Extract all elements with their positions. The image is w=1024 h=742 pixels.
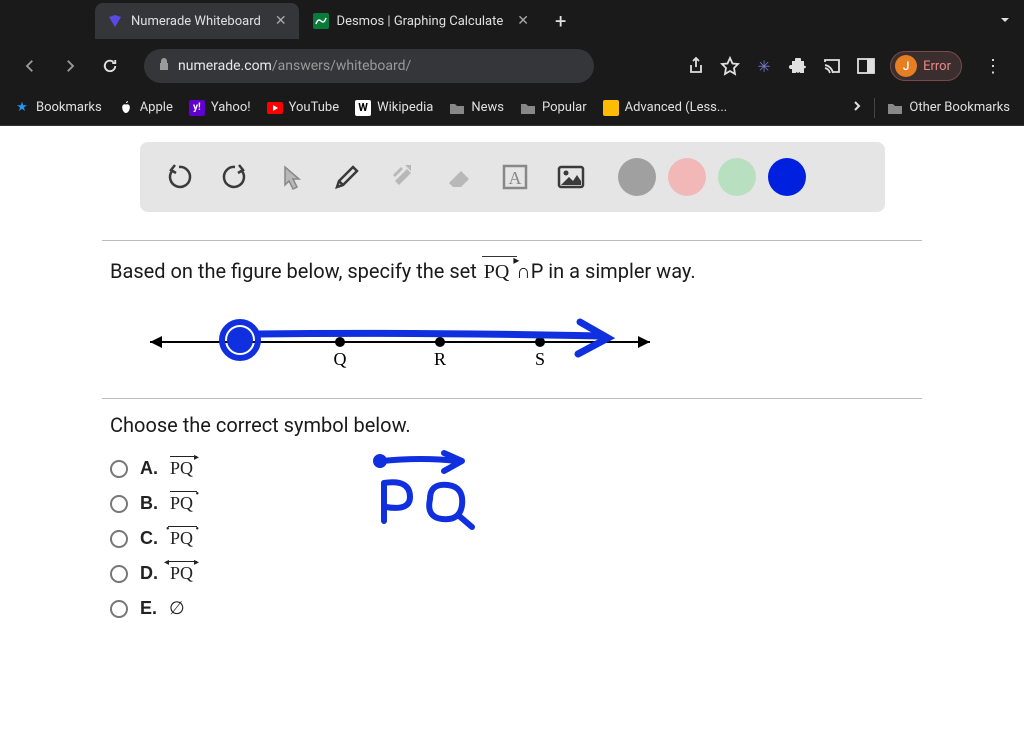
- color-pink[interactable]: [668, 158, 706, 196]
- browser-menu-icon[interactable]: ⋮: [976, 56, 1010, 77]
- close-tab-icon[interactable]: ✕: [517, 13, 529, 29]
- radio-button[interactable]: [110, 460, 128, 478]
- folder-icon: [887, 100, 903, 116]
- radio-button[interactable]: [110, 495, 128, 513]
- bookmarks-overflow-icon[interactable]: [852, 98, 862, 117]
- svg-text:A: A: [508, 168, 521, 188]
- bookmarks-bar: ★ Bookmarks Apple y! Yahoo! YouTube W Wi…: [0, 90, 1024, 126]
- star-icon[interactable]: [720, 56, 740, 76]
- bookmark-wikipedia[interactable]: W Wikipedia: [355, 100, 433, 116]
- youtube-icon: [267, 102, 283, 114]
- star-icon: ★: [14, 100, 30, 116]
- new-tab-button[interactable]: +: [543, 9, 578, 33]
- address-bar[interactable]: numerade.com/answers/whiteboard/: [144, 49, 594, 83]
- lock-icon: [158, 57, 170, 75]
- number-line-figure: Q R S: [102, 302, 922, 398]
- tab-overflow-icon[interactable]: [998, 12, 1012, 31]
- bookmark-youtube[interactable]: YouTube: [267, 100, 340, 115]
- sidepanel-icon[interactable]: [856, 56, 876, 76]
- folder-icon: [449, 100, 465, 116]
- tab-title: Numerade Whiteboard: [131, 14, 261, 29]
- tab-title: Desmos | Graphing Calculate: [337, 14, 504, 29]
- whiteboard-toolbar: A: [140, 142, 885, 212]
- radio-button[interactable]: [110, 600, 128, 618]
- extensions-icon[interactable]: [788, 56, 808, 76]
- redo-button[interactable]: [216, 158, 254, 196]
- wikipedia-icon: W: [355, 100, 371, 116]
- browser-tab[interactable]: Desmos | Graphing Calculate ✕: [301, 3, 541, 39]
- annotation-circle: [222, 322, 258, 358]
- pen-tool[interactable]: [328, 158, 366, 196]
- reload-button[interactable]: [94, 50, 126, 82]
- content-area: Based on the figure below, specify the s…: [102, 240, 922, 630]
- color-green[interactable]: [718, 158, 756, 196]
- forward-button[interactable]: [54, 50, 86, 82]
- color-blue[interactable]: [768, 158, 806, 196]
- close-tab-icon[interactable]: ✕: [275, 13, 287, 29]
- bookmark-news[interactable]: News: [449, 100, 504, 116]
- prompt-text: Choose the correct symbol below.: [102, 399, 922, 447]
- text-tool[interactable]: A: [496, 158, 534, 196]
- handwriting-annotation: [352, 441, 532, 541]
- color-gray[interactable]: [618, 158, 656, 196]
- share-icon[interactable]: [686, 56, 706, 76]
- pointer-tool[interactable]: [272, 158, 310, 196]
- bookmark-other[interactable]: Other Bookmarks: [887, 100, 1010, 116]
- options-list: A. ▸PQ B. •PQ C. ••PQ D. ◂▸PQ E. ∅: [102, 447, 922, 630]
- bookmark-popular[interactable]: Popular: [520, 100, 587, 116]
- apple-icon: [118, 100, 134, 116]
- bookmark-advanced[interactable]: Advanced (Less...: [603, 100, 728, 116]
- option-e[interactable]: E. ∅: [110, 591, 914, 626]
- bookmark-yahoo[interactable]: y! Yahoo!: [189, 100, 251, 116]
- advanced-icon: [603, 100, 619, 116]
- radio-button[interactable]: [110, 530, 128, 548]
- color-palette: [618, 158, 806, 196]
- point-s-label: S: [535, 349, 545, 369]
- tools-button[interactable]: [384, 158, 422, 196]
- profile-badge[interactable]: J Error: [890, 51, 962, 81]
- yahoo-icon: y!: [189, 100, 205, 116]
- browser-tab-bar: Numerade Whiteboard ✕ Desmos | Graphing …: [0, 0, 1024, 42]
- page-content: A Based on the figure below, specify the…: [0, 126, 1024, 742]
- option-d[interactable]: D. ◂▸PQ: [110, 556, 914, 591]
- numerade-favicon: [107, 13, 123, 29]
- divider: [874, 98, 875, 118]
- back-button[interactable]: [14, 50, 46, 82]
- radio-button[interactable]: [110, 565, 128, 583]
- eraser-tool[interactable]: [440, 158, 478, 196]
- browser-toolbar: numerade.com/answers/whiteboard/ ✳ J Err…: [0, 42, 1024, 90]
- image-tool[interactable]: [552, 158, 590, 196]
- burst-icon[interactable]: ✳: [754, 56, 774, 76]
- desmos-favicon: [313, 13, 329, 29]
- browser-tab-active[interactable]: Numerade Whiteboard ✕: [95, 3, 299, 39]
- point-r-label: R: [434, 349, 446, 369]
- url-text: numerade.com/answers/whiteboard/: [178, 58, 411, 74]
- profile-avatar: J: [895, 55, 917, 77]
- cast-icon[interactable]: [822, 56, 842, 76]
- folder-icon: [520, 100, 536, 116]
- question-text: Based on the figure below, specify the s…: [102, 241, 922, 302]
- bookmark-bookmarks[interactable]: ★ Bookmarks: [14, 100, 102, 116]
- profile-status: Error: [923, 59, 951, 74]
- bookmark-apple[interactable]: Apple: [118, 100, 173, 116]
- point-q-label: Q: [334, 349, 347, 369]
- undo-button[interactable]: [160, 158, 198, 196]
